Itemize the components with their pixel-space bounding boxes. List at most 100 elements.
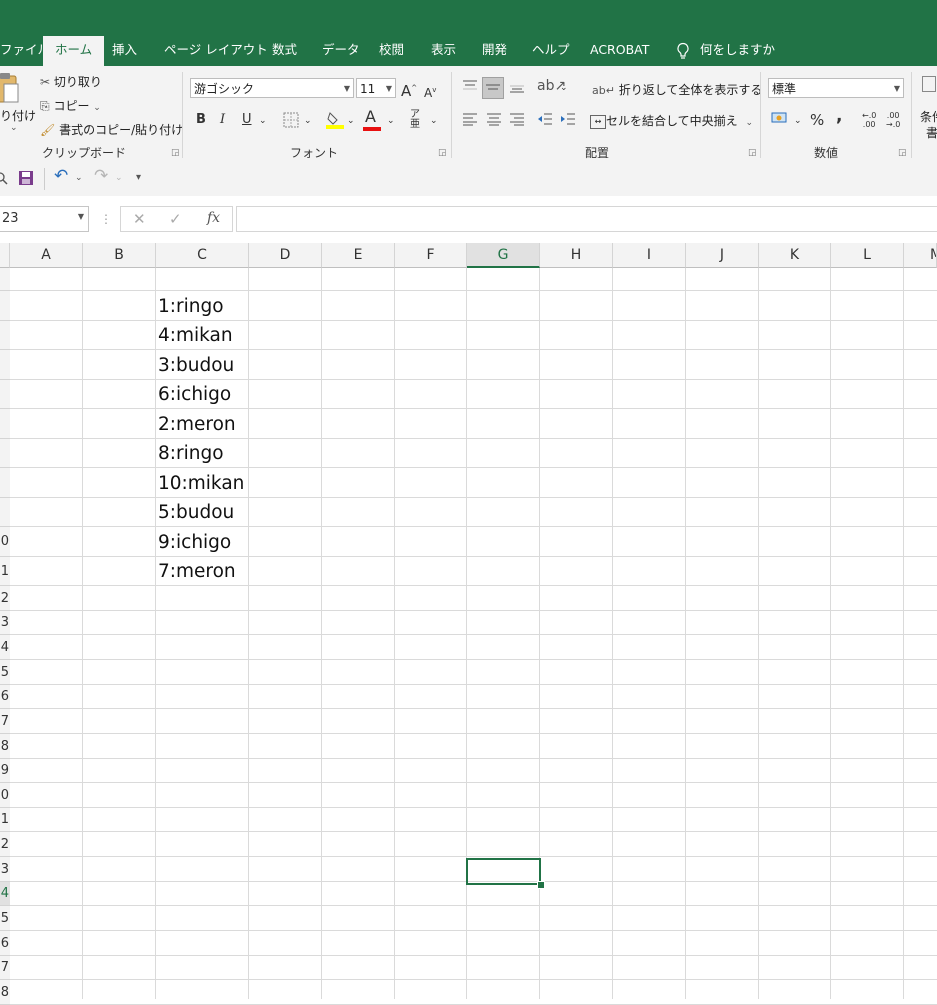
row-header[interactable]: 6 bbox=[0, 931, 10, 956]
cancel-icon[interactable]: ✕ bbox=[133, 210, 146, 228]
cell-c8[interactable]: 10:mikan bbox=[158, 473, 244, 494]
undo-icon[interactable]: ↶ bbox=[54, 168, 68, 185]
bold-button[interactable]: B bbox=[196, 112, 206, 128]
row-header[interactable] bbox=[0, 468, 10, 498]
column-header-e[interactable]: E bbox=[322, 243, 395, 268]
active-cell-g23[interactable] bbox=[466, 858, 541, 885]
row-header[interactable]: 5 bbox=[0, 660, 10, 685]
cell-c10[interactable]: 9:ichigo bbox=[158, 532, 231, 553]
format-painter-button[interactable]: 🖌 書式のコピー/貼り付け bbox=[40, 121, 183, 138]
grow-font-button[interactable]: A^ bbox=[401, 80, 417, 99]
row-header[interactable] bbox=[0, 350, 10, 380]
row-header[interactable] bbox=[0, 291, 10, 321]
row-header[interactable]: 6 bbox=[0, 685, 10, 709]
cell-c4[interactable]: 3:budou bbox=[158, 355, 234, 376]
column-header-b[interactable]: B bbox=[83, 243, 156, 268]
row-header[interactable] bbox=[0, 498, 10, 527]
align-right-icon[interactable] bbox=[509, 112, 525, 131]
tab-review[interactable]: 校閲 bbox=[379, 34, 404, 66]
row-header[interactable]: 1 bbox=[0, 808, 10, 832]
row-header[interactable]: 8 bbox=[0, 980, 10, 1005]
cut-button[interactable]: ✂ 切り取り bbox=[40, 73, 102, 90]
customize-qat-icon[interactable]: ▾ bbox=[136, 170, 141, 186]
fill-color-icon[interactable] bbox=[325, 110, 345, 135]
wrap-text-button[interactable]: ab↵ 折り返して全体を表示する bbox=[592, 81, 762, 98]
alignment-launcher-icon[interactable]: ◲ bbox=[748, 148, 757, 158]
align-top-icon[interactable] bbox=[462, 79, 478, 98]
paste-dropdown-icon[interactable]: ⌄ bbox=[10, 123, 18, 133]
decrease-decimal-button[interactable]: .00 →.0 bbox=[886, 111, 900, 129]
clipboard-launcher-icon[interactable]: ◲ bbox=[171, 148, 180, 158]
enter-icon[interactable]: ✓ bbox=[169, 210, 182, 228]
column-header-j[interactable]: J bbox=[686, 243, 759, 268]
shrink-font-button[interactable]: Av bbox=[424, 82, 436, 101]
tell-me-box[interactable]: 何をしますか bbox=[676, 34, 775, 66]
row-header[interactable]: 7 bbox=[0, 709, 10, 734]
chevron-down-icon[interactable]: ⌄ bbox=[259, 113, 267, 129]
merge-center-button[interactable]: ↔ セルを結合して中央揃え ⌄ bbox=[590, 112, 753, 129]
tab-page-layout[interactable]: ページ レイアウト bbox=[164, 34, 268, 66]
align-center-icon[interactable] bbox=[486, 112, 502, 131]
font-color-button[interactable]: A bbox=[363, 109, 381, 131]
row-header[interactable] bbox=[0, 439, 10, 468]
copy-button[interactable]: ⎘ コピー ⌄ bbox=[40, 97, 101, 114]
conditional-format-icon[interactable] bbox=[922, 76, 936, 92]
tab-developer[interactable]: 開発 bbox=[482, 34, 507, 66]
row-header[interactable]: 4 bbox=[0, 882, 10, 906]
cell-c5[interactable]: 6:ichigo bbox=[158, 384, 231, 405]
number-format-combo[interactable]: 標準 ▼ bbox=[768, 78, 904, 98]
column-header-l[interactable]: L bbox=[831, 243, 904, 268]
tab-formulas[interactable]: 数式 bbox=[272, 34, 297, 66]
accounting-format-icon[interactable] bbox=[771, 111, 789, 132]
tab-data[interactable]: データ bbox=[322, 34, 360, 66]
align-left-icon[interactable] bbox=[462, 112, 478, 131]
chevron-down-icon[interactable]: ⌄ bbox=[75, 170, 83, 186]
column-header-m[interactable]: M bbox=[904, 243, 937, 268]
tab-home[interactable]: ホーム bbox=[43, 36, 105, 66]
number-launcher-icon[interactable]: ◲ bbox=[898, 148, 907, 158]
row-header[interactable]: 2 bbox=[0, 832, 10, 857]
increase-decimal-button[interactable]: ←.0 .00 bbox=[862, 111, 876, 129]
tab-acrobat[interactable]: ACROBAT bbox=[590, 34, 649, 66]
search-icon[interactable] bbox=[0, 170, 8, 191]
row-header[interactable]: 1 bbox=[0, 557, 10, 586]
select-all-corner[interactable] bbox=[0, 243, 10, 268]
tab-view[interactable]: 表示 bbox=[431, 34, 456, 66]
row-header[interactable]: 0 bbox=[0, 783, 10, 808]
chevron-down-icon[interactable]: ⌄ bbox=[430, 113, 438, 129]
increase-indent-icon[interactable] bbox=[560, 112, 576, 131]
align-bottom-icon[interactable] bbox=[509, 79, 525, 98]
cell-c9[interactable]: 5:budou bbox=[158, 502, 234, 523]
column-header-i[interactable]: I bbox=[613, 243, 686, 268]
paste-button[interactable]: 貼り付け bbox=[0, 107, 36, 124]
chevron-down-icon[interactable]: ⌄ bbox=[794, 113, 802, 129]
font-launcher-icon[interactable]: ◲ bbox=[438, 148, 447, 158]
phonetic-icon[interactable]: ア亜 bbox=[410, 110, 420, 130]
column-header-h[interactable]: H bbox=[540, 243, 613, 268]
italic-button[interactable]: I bbox=[220, 112, 225, 128]
row-header[interactable]: 3 bbox=[0, 857, 10, 882]
cell-c7[interactable]: 8:ringo bbox=[158, 443, 224, 464]
row-header[interactable]: 9 bbox=[0, 759, 10, 783]
cell-c2[interactable]: 1:ringo bbox=[158, 296, 224, 317]
row-header[interactable]: 4 bbox=[0, 635, 10, 660]
fill-handle[interactable] bbox=[537, 881, 545, 889]
column-header-k[interactable]: K bbox=[759, 243, 831, 268]
row-header[interactable]: 7 bbox=[0, 956, 10, 980]
row-header[interactable]: 0 bbox=[0, 527, 10, 557]
cell-c11[interactable]: 7:meron bbox=[158, 561, 236, 582]
name-box[interactable]: 23 ▼ bbox=[0, 206, 89, 232]
percent-style-button[interactable]: % bbox=[810, 112, 824, 128]
save-icon[interactable] bbox=[18, 170, 34, 191]
column-header-d[interactable]: D bbox=[249, 243, 322, 268]
chevron-down-icon[interactable]: ⌄ bbox=[387, 113, 395, 129]
cell-c6[interactable]: 2:meron bbox=[158, 414, 236, 435]
font-name-combo[interactable]: 游ゴシック ▼ bbox=[190, 78, 354, 98]
insert-function-icon[interactable]: fx bbox=[207, 210, 220, 226]
row-header[interactable] bbox=[0, 409, 10, 439]
row-header[interactable]: 8 bbox=[0, 734, 10, 759]
row-header[interactable] bbox=[0, 380, 10, 409]
conditional-format-label[interactable]: 条件 bbox=[920, 108, 937, 125]
font-size-combo[interactable]: 11 ▼ bbox=[356, 78, 396, 98]
column-header-g[interactable]: G bbox=[467, 243, 540, 268]
